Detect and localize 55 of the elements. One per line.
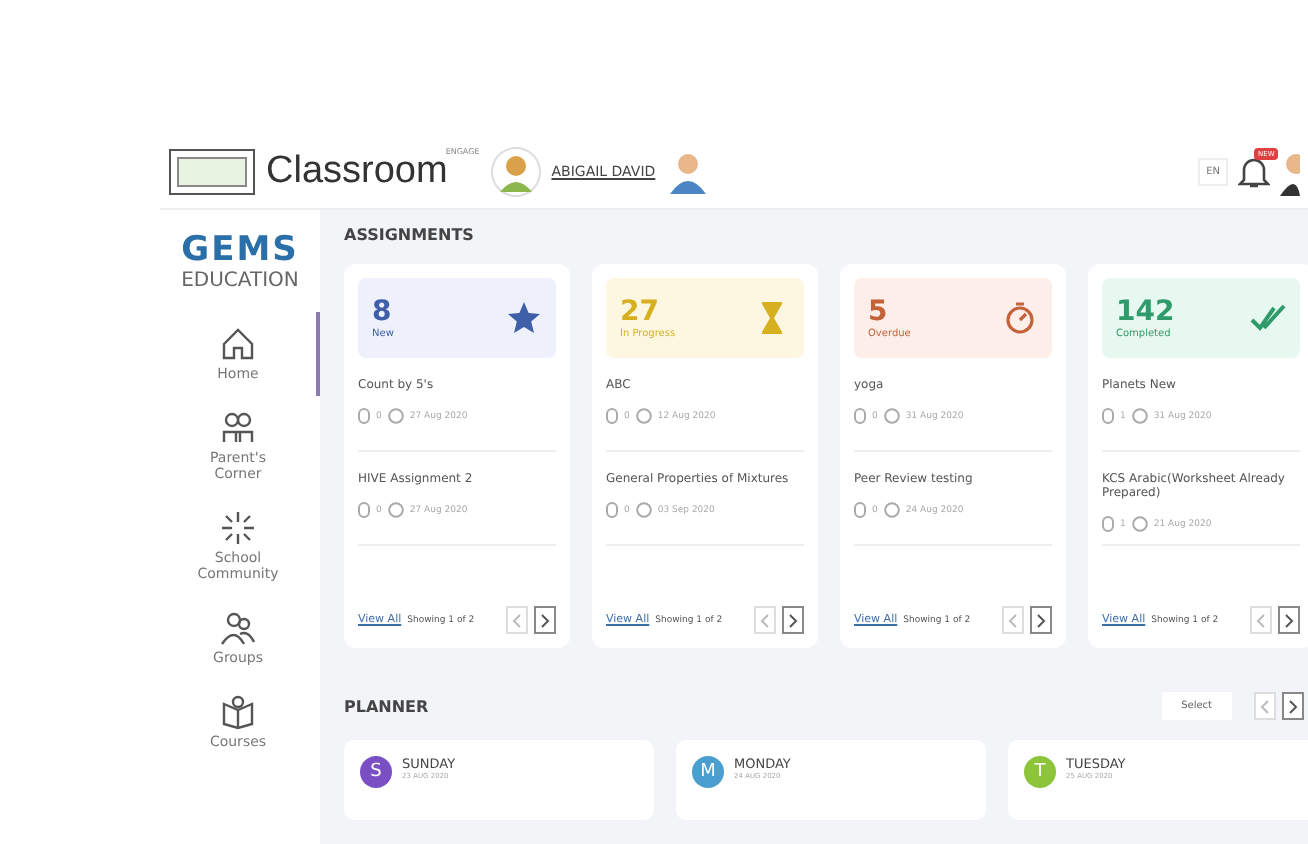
day-initial: M [692,756,724,788]
attachment-icon [606,502,618,518]
attachment-icon [854,408,866,424]
day-initial: T [1024,756,1056,788]
house-icon [220,326,256,362]
clock-icon [883,408,900,424]
clock-icon [1131,516,1148,532]
section-title: PLANNER [344,697,429,715]
chevron-right-icon [540,613,550,627]
chevron-left-icon [1256,613,1266,627]
double-check-icon [1250,300,1286,336]
book-icon [220,694,256,730]
attachment-icon [358,502,370,518]
count: 5 [868,296,890,328]
clock-icon [635,408,652,424]
next-page-button[interactable] [1282,692,1304,720]
chevron-left-icon [1260,699,1270,713]
avatar-icon[interactable] [665,148,710,196]
logo-text: GEMS [181,230,299,270]
clock-icon [635,502,652,518]
chevron-right-icon [788,613,798,627]
people-icon [220,610,256,646]
next-page-button[interactable] [1278,606,1300,634]
next-page-button[interactable] [782,606,804,634]
people-icon [220,410,256,446]
count: 142 [1116,296,1175,328]
star-icon [506,300,542,336]
brand-name: Classroom [266,150,448,194]
section-title: ASSIGNMENTS [344,226,476,244]
profile-icon[interactable] [1280,148,1300,196]
logo-subtitle: EDUCATION [181,270,299,292]
chevron-right-icon [1036,613,1046,627]
next-page-button[interactable] [534,606,556,634]
board-logo-icon [168,148,256,196]
count: 27 [620,296,661,328]
chevron-right-icon [1284,613,1294,627]
count: 8 [372,296,394,328]
attachment-icon [854,502,866,518]
attachment-icon [606,408,618,424]
sparkle-icon [220,510,256,546]
attachment-icon [1102,516,1114,532]
clock-icon [387,502,404,518]
chevron-left-icon [1008,613,1018,627]
timer-icon [1002,300,1038,336]
attachment-icon [1102,408,1114,424]
clock-icon [883,502,900,518]
next-page-button[interactable] [1030,606,1052,634]
chevron-left-icon [760,613,770,627]
chevron-right-icon [1288,699,1298,713]
clock-icon [1131,408,1148,424]
chevron-left-icon [512,613,522,627]
attachment-icon [358,408,370,424]
clock-icon [387,408,404,424]
bell-icon[interactable] [1238,154,1270,190]
day-initial: S [360,756,392,788]
